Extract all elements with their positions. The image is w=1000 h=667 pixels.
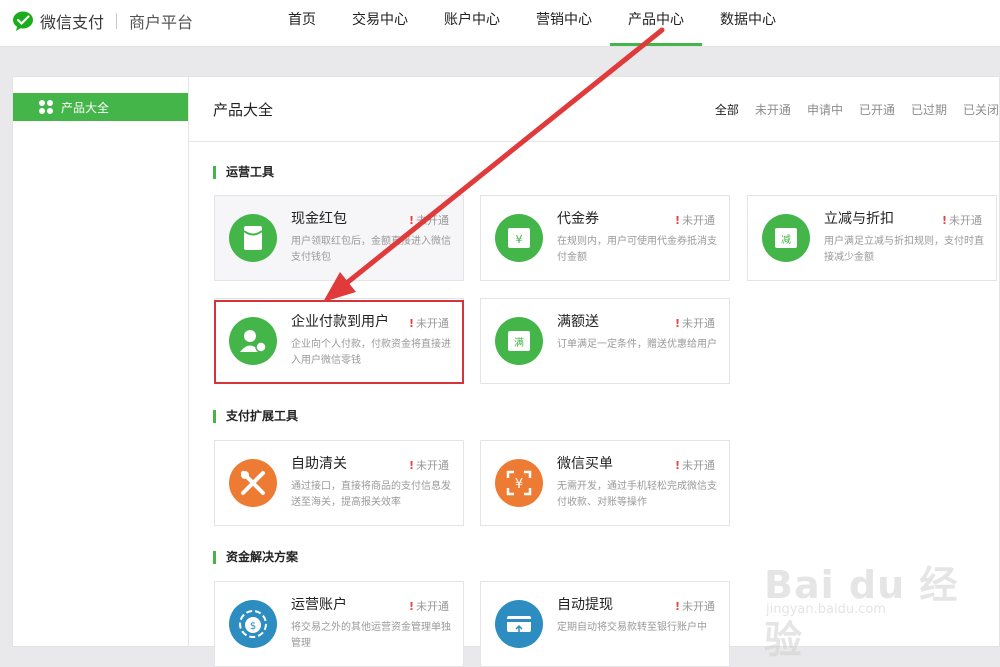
product-card-enterprise-pay[interactable]: 企业付款到用户 ! 未开通 企业向个人付款，付款资金将直接进入用户微信零钱 [214,298,464,384]
nav-account-center[interactable]: 账户中心 [426,0,518,46]
enterprise-pay-icon [229,317,277,365]
product-name: 自助清关 [291,456,347,472]
product-description: 将交易之外的其他运营资金管理单独管理 [291,622,451,649]
product-card-auto-withdraw[interactable]: 自动提现 ! 未开通 定期自动将交易款转至银行账户中 [480,581,730,667]
brand-name: 微信支付 [40,13,105,32]
status-filters: 全部 未开通 申请中 已开通 已过期 已关闭 [699,101,999,118]
divider [116,13,118,29]
main-nav: 首页 交易中心 账户中心 营销中心 产品中心 数据中心 [270,0,794,46]
status-badge: ! 未开通 [408,317,449,330]
full-gift-icon: 满 [495,317,543,365]
product-name: 自动提现 [557,597,613,613]
product-card-customs-clearance[interactable]: 自助清关 ! 未开通 通过接口，直接将商品的支付信息发送至海关，提高报关效率 [214,440,464,526]
filter-not-opened[interactable]: 未开通 [755,101,791,118]
voucher-icon: ¥ [495,214,543,262]
bank-card-icon [495,600,543,648]
red-packet-icon [229,214,277,262]
grid-icon [39,100,53,114]
product-name: 现金红包 [291,211,347,227]
logo[interactable]: 微信支付 商户平台 [12,10,193,32]
product-card-discount[interactable]: 减 立减与折扣 ! 未开通 用户满足立减与折扣规则，支付时直接减少金额 [747,195,997,281]
nav-marketing-center[interactable]: 营销中心 [518,0,610,46]
content-header: 产品大全 全部 未开通 申请中 已开通 已过期 已关闭 [189,77,999,142]
filter-all[interactable]: 全部 [715,101,739,118]
product-name: 运营账户 [291,597,347,613]
svg-text:¥: ¥ [515,477,523,492]
product-description: 用户领取红包后，金额直接进入微信支付钱包 [291,236,451,263]
product-description: 通过接口，直接将商品的支付信息发送至海关，提高报关效率 [291,481,451,508]
svg-text:减: 减 [781,234,791,246]
product-description: 无需开发，通过手机轻松完成微信支付收款、对账等操作 [557,481,717,508]
status-badge: ! 未开通 [674,214,715,227]
product-name: 微信买单 [557,456,613,472]
product-name: 企业付款到用户 [291,314,389,330]
filter-expired[interactable]: 已过期 [911,101,947,118]
product-description: 订单满足一定条件，赠送优惠给用户 [557,339,717,350]
status-badge: ! 未开通 [674,459,715,472]
status-badge: ! 未开通 [941,214,982,227]
status-badge: ! 未开通 [674,317,715,330]
product-card-voucher[interactable]: ¥ 代金券 ! 未开通 在规则内，用户可使用代金券抵消支付金额 [480,195,730,281]
product-card-wechat-checkout[interactable]: ¥ 微信买单 ! 未开通 无需开发，通过手机轻松完成微信支付收款、对账等操作 [480,440,730,526]
filter-opened[interactable]: 已开通 [859,101,895,118]
svg-text:满: 满 [514,337,524,349]
product-name: 代金券 [557,211,599,227]
page-title: 产品大全 [213,101,274,119]
nav-data-center[interactable]: 数据中心 [702,0,794,46]
status-badge: ! 未开通 [408,600,449,613]
wechat-pay-logo-icon [12,11,34,31]
nav-product-center[interactable]: 产品中心 [610,0,702,46]
status-badge: ! 未开通 [408,214,449,227]
platform-name: 商户平台 [129,13,194,32]
product-description: 定期自动将交易款转至银行账户中 [557,622,707,633]
filter-closed[interactable]: 已关闭 [963,101,999,118]
product-description: 在规则内，用户可使用代金券抵消支付金额 [557,236,717,263]
section-title-fund-solutions: 资金解决方案 [213,551,298,564]
sidebar-item-label: 产品大全 [61,100,110,115]
discount-icon: 减 [762,214,810,262]
section-title-payment-extension: 支付扩展工具 [213,410,298,423]
product-description: 企业向个人付款，付款资金将直接进入用户微信零钱 [291,339,451,366]
svg-text:¥: ¥ [516,233,523,246]
tools-icon [229,459,277,507]
nav-home[interactable]: 首页 [270,0,334,46]
status-badge: ! 未开通 [674,600,715,613]
product-name: 立减与折扣 [824,211,894,227]
sidebar: 产品大全 [13,77,189,646]
product-card-full-gift[interactable]: 满 满额送 ! 未开通 订单满足一定条件，赠送优惠给用户 [480,298,730,384]
scan-pay-icon: ¥ [495,459,543,507]
section-title-operation-tools: 运营工具 [213,166,274,179]
product-description: 用户满足立减与折扣规则，支付时直接减少金额 [824,236,984,263]
top-bar: 微信支付 商户平台 首页 交易中心 账户中心 营销中心 产品中心 数据中心 [0,0,1000,47]
status-badge: ! 未开通 [408,459,449,472]
product-card-operating-account[interactable]: $ 运营账户 ! 未开通 将交易之外的其他运营资金管理单独管理 [214,581,464,667]
nav-trade-center[interactable]: 交易中心 [334,0,426,46]
product-name: 满额送 [557,314,599,330]
product-card-cash-red-packet[interactable]: 现金红包 ! 未开通 用户领取红包后，金额直接进入微信支付钱包 [214,195,464,281]
filter-applying[interactable]: 申请中 [807,101,843,118]
money-bag-icon: $ [229,600,277,648]
svg-text:$: $ [250,621,256,632]
sidebar-item-all-products[interactable]: 产品大全 [13,93,188,121]
